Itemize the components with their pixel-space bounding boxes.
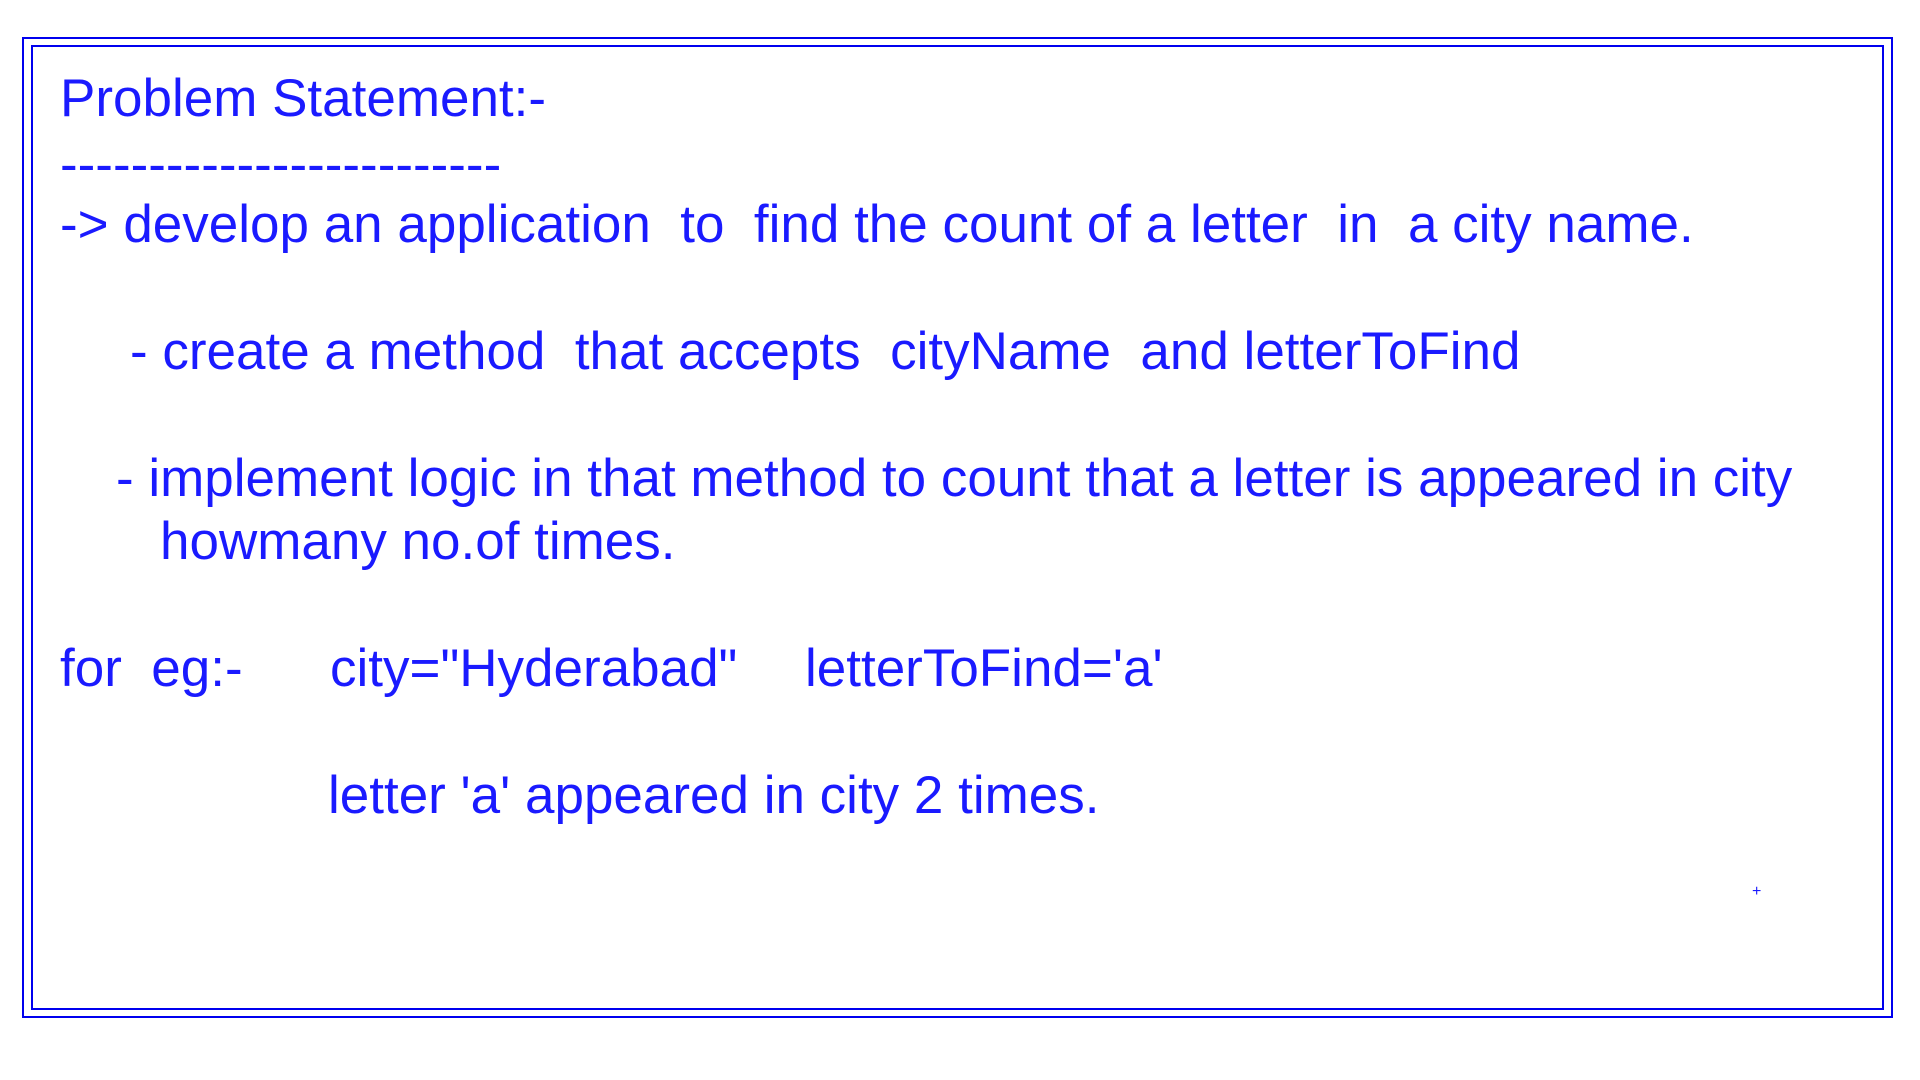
- example-letter: letterToFind='a': [805, 639, 1163, 698]
- cursor-mark: +: [1752, 883, 1762, 900]
- task-description: -> develop an application to find the co…: [60, 195, 1694, 254]
- example-city: city="Hyderabad": [330, 639, 738, 698]
- step-implement-logic-continued: howmany no.of times.: [160, 512, 676, 571]
- step-implement-logic: - implement logic in that method to coun…: [116, 449, 1793, 508]
- step-create-method: - create a method that accepts cityName …: [130, 322, 1521, 381]
- example-result: letter 'a' appeared in city 2 times.: [328, 766, 1100, 825]
- heading: Problem Statement:-: [60, 69, 547, 128]
- example-label: for eg:-: [60, 639, 243, 698]
- heading-underline: -------------------------: [60, 135, 502, 194]
